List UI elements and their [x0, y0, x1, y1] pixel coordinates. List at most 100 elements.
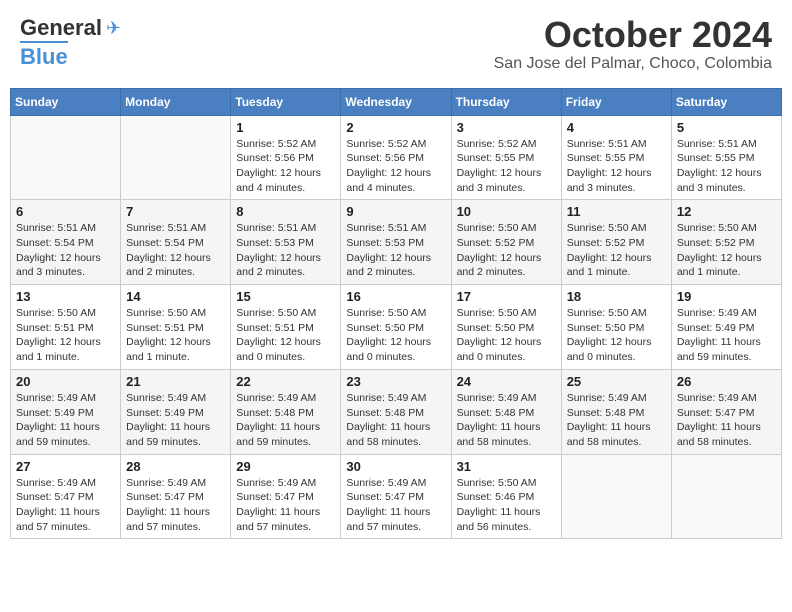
- day-number: 7: [126, 204, 225, 219]
- header-thursday: Thursday: [451, 88, 561, 115]
- day-number: 25: [567, 374, 666, 389]
- day-info: Sunrise: 5:49 AM Sunset: 5:47 PM Dayligh…: [236, 476, 335, 535]
- calendar-cell: 8 Sunrise: 5:51 AM Sunset: 5:53 PM Daylig…: [231, 200, 341, 285]
- calendar-cell: 1 Sunrise: 5:52 AM Sunset: 5:56 PM Daylig…: [231, 115, 341, 200]
- calendar-cell: 20 Sunrise: 5:49 AM Sunset: 5:49 PM Dayli…: [11, 369, 121, 454]
- calendar-cell: 30Sunrise: 5:49 AM Sunset: 5:47 PM Dayli…: [341, 454, 451, 539]
- calendar-cell: 28Sunrise: 5:49 AM Sunset: 5:47 PM Dayli…: [121, 454, 231, 539]
- day-info: Sunrise: 5:49 AM Sunset: 5:47 PM Dayligh…: [126, 476, 225, 535]
- calendar-cell: 31 Sunrise: 5:50 AM Sunset: 5:46 PM Dayli…: [451, 454, 561, 539]
- month-title: October 2024: [494, 15, 772, 55]
- calendar-cell: [671, 454, 781, 539]
- day-number: 2: [346, 120, 445, 135]
- page-header: General ✈ Blue October 2024 San Jose del…: [10, 10, 782, 78]
- calendar-week-2: 6 Sunrise: 5:51 AM Sunset: 5:54 PM Daylig…: [11, 200, 782, 285]
- day-number: 18: [567, 289, 666, 304]
- day-info: Sunrise: 5:51 AM Sunset: 5:54 PM Dayligh…: [126, 221, 225, 280]
- day-info: Sunrise: 5:49 AM Sunset: 5:47 PM Dayligh…: [16, 476, 115, 535]
- day-number: 20: [16, 374, 115, 389]
- day-number: 26: [677, 374, 776, 389]
- calendar-cell: 12 Sunrise: 5:50 AM Sunset: 5:52 PM Dayli…: [671, 200, 781, 285]
- day-info: Sunrise: 5:50 AM Sunset: 5:46 PM Dayligh…: [457, 476, 556, 535]
- calendar-cell: 9 Sunrise: 5:51 AM Sunset: 5:53 PM Daylig…: [341, 200, 451, 285]
- day-number: 3: [457, 120, 556, 135]
- header-wednesday: Wednesday: [341, 88, 451, 115]
- day-info: Sunrise: 5:50 AM Sunset: 5:50 PM Dayligh…: [346, 306, 445, 365]
- day-info: Sunrise: 5:49 AM Sunset: 5:48 PM Dayligh…: [457, 391, 556, 450]
- calendar-cell: 26 Sunrise: 5:49 AM Sunset: 5:47 PM Dayli…: [671, 369, 781, 454]
- day-number: 31: [457, 459, 556, 474]
- day-info: Sunrise: 5:51 AM Sunset: 5:53 PM Dayligh…: [346, 221, 445, 280]
- location-subtitle: San Jose del Palmar, Choco, Colombia: [494, 55, 772, 73]
- header-saturday: Saturday: [671, 88, 781, 115]
- day-info: Sunrise: 5:51 AM Sunset: 5:55 PM Dayligh…: [677, 137, 776, 196]
- day-info: Sunrise: 5:49 AM Sunset: 5:49 PM Dayligh…: [677, 306, 776, 365]
- day-info: Sunrise: 5:49 AM Sunset: 5:49 PM Dayligh…: [16, 391, 115, 450]
- calendar-week-1: 1 Sunrise: 5:52 AM Sunset: 5:56 PM Daylig…: [11, 115, 782, 200]
- day-info: Sunrise: 5:49 AM Sunset: 5:48 PM Dayligh…: [236, 391, 335, 450]
- day-number: 9: [346, 204, 445, 219]
- header-monday: Monday: [121, 88, 231, 115]
- day-number: 16: [346, 289, 445, 304]
- calendar-cell: 17Sunrise: 5:50 AM Sunset: 5:50 PM Dayli…: [451, 285, 561, 370]
- day-number: 11: [567, 204, 666, 219]
- day-number: 13: [16, 289, 115, 304]
- logo-bird-icon: ✈: [106, 18, 121, 39]
- day-number: 4: [567, 120, 666, 135]
- calendar-week-4: 20 Sunrise: 5:49 AM Sunset: 5:49 PM Dayli…: [11, 369, 782, 454]
- header-friday: Friday: [561, 88, 671, 115]
- day-number: 30: [346, 459, 445, 474]
- calendar-cell: 4 Sunrise: 5:51 AM Sunset: 5:55 PM Daylig…: [561, 115, 671, 200]
- calendar-cell: 11 Sunrise: 5:50 AM Sunset: 5:52 PM Dayli…: [561, 200, 671, 285]
- calendar-cell: 3 Sunrise: 5:52 AM Sunset: 5:55 PM Daylig…: [451, 115, 561, 200]
- day-info: Sunrise: 5:51 AM Sunset: 5:55 PM Dayligh…: [567, 137, 666, 196]
- day-number: 27: [16, 459, 115, 474]
- day-info: Sunrise: 5:50 AM Sunset: 5:52 PM Dayligh…: [567, 221, 666, 280]
- day-number: 14: [126, 289, 225, 304]
- calendar-cell: [11, 115, 121, 200]
- calendar-cell: 21Sunrise: 5:49 AM Sunset: 5:49 PM Dayli…: [121, 369, 231, 454]
- day-number: 5: [677, 120, 776, 135]
- day-number: 29: [236, 459, 335, 474]
- calendar-cell: 5 Sunrise: 5:51 AM Sunset: 5:55 PM Daylig…: [671, 115, 781, 200]
- logo: General ✈ Blue: [20, 15, 121, 70]
- day-number: 24: [457, 374, 556, 389]
- calendar-cell: [121, 115, 231, 200]
- calendar-cell: 2 Sunrise: 5:52 AM Sunset: 5:56 PM Daylig…: [341, 115, 451, 200]
- day-info: Sunrise: 5:50 AM Sunset: 5:52 PM Dayligh…: [677, 221, 776, 280]
- day-number: 17: [457, 289, 556, 304]
- day-info: Sunrise: 5:51 AM Sunset: 5:54 PM Dayligh…: [16, 221, 115, 280]
- day-info: Sunrise: 5:52 AM Sunset: 5:55 PM Dayligh…: [457, 137, 556, 196]
- day-info: Sunrise: 5:49 AM Sunset: 5:48 PM Dayligh…: [346, 391, 445, 450]
- day-info: Sunrise: 5:50 AM Sunset: 5:50 PM Dayligh…: [567, 306, 666, 365]
- day-number: 1: [236, 120, 335, 135]
- day-info: Sunrise: 5:52 AM Sunset: 5:56 PM Dayligh…: [346, 137, 445, 196]
- day-info: Sunrise: 5:49 AM Sunset: 5:49 PM Dayligh…: [126, 391, 225, 450]
- calendar-cell: 14 Sunrise: 5:50 AM Sunset: 5:51 PM Dayli…: [121, 285, 231, 370]
- day-number: 23: [346, 374, 445, 389]
- day-number: 6: [16, 204, 115, 219]
- day-number: 19: [677, 289, 776, 304]
- calendar-cell: 16 Sunrise: 5:50 AM Sunset: 5:50 PM Dayli…: [341, 285, 451, 370]
- day-number: 15: [236, 289, 335, 304]
- header-tuesday: Tuesday: [231, 88, 341, 115]
- day-info: Sunrise: 5:50 AM Sunset: 5:52 PM Dayligh…: [457, 221, 556, 280]
- day-number: 8: [236, 204, 335, 219]
- day-number: 12: [677, 204, 776, 219]
- logo-text-general: General: [20, 15, 102, 41]
- day-info: Sunrise: 5:49 AM Sunset: 5:47 PM Dayligh…: [677, 391, 776, 450]
- day-number: 22: [236, 374, 335, 389]
- calendar-table: SundayMondayTuesdayWednesdayThursdayFrid…: [10, 88, 782, 540]
- day-number: 10: [457, 204, 556, 219]
- calendar-cell: 18 Sunrise: 5:50 AM Sunset: 5:50 PM Dayli…: [561, 285, 671, 370]
- calendar-cell: 24 Sunrise: 5:49 AM Sunset: 5:48 PM Dayli…: [451, 369, 561, 454]
- calendar-cell: 23 Sunrise: 5:49 AM Sunset: 5:48 PM Dayli…: [341, 369, 451, 454]
- day-info: Sunrise: 5:50 AM Sunset: 5:51 PM Dayligh…: [126, 306, 225, 365]
- day-info: Sunrise: 5:52 AM Sunset: 5:56 PM Dayligh…: [236, 137, 335, 196]
- day-info: Sunrise: 5:50 AM Sunset: 5:51 PM Dayligh…: [16, 306, 115, 365]
- day-info: Sunrise: 5:50 AM Sunset: 5:51 PM Dayligh…: [236, 306, 335, 365]
- calendar-week-3: 13 Sunrise: 5:50 AM Sunset: 5:51 PM Dayli…: [11, 285, 782, 370]
- day-info: Sunrise: 5:51 AM Sunset: 5:53 PM Dayligh…: [236, 221, 335, 280]
- calendar-cell: 7 Sunrise: 5:51 AM Sunset: 5:54 PM Daylig…: [121, 200, 231, 285]
- calendar-cell: 15 Sunrise: 5:50 AM Sunset: 5:51 PM Dayli…: [231, 285, 341, 370]
